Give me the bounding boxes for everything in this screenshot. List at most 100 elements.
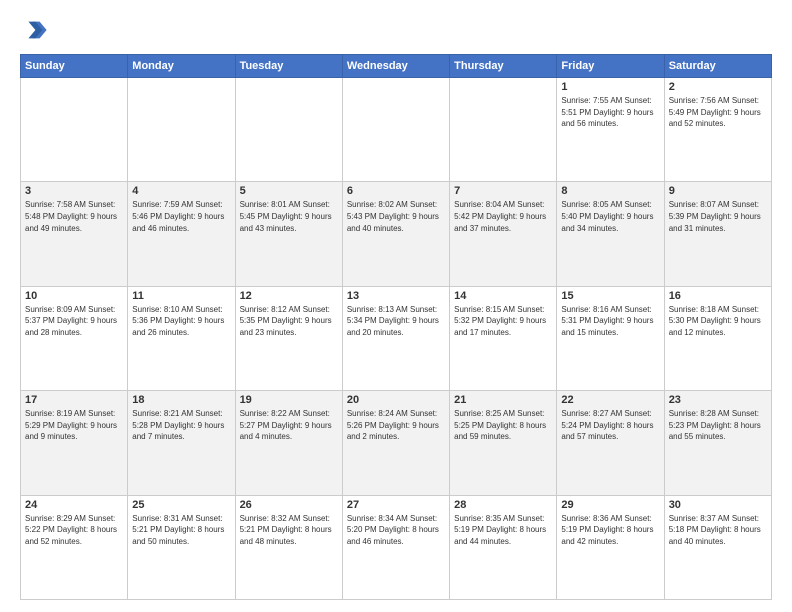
day-number: 29: [561, 499, 659, 511]
page: SundayMondayTuesdayWednesdayThursdayFrid…: [0, 0, 792, 612]
day-number: 25: [132, 499, 230, 511]
weekday-header-saturday: Saturday: [664, 55, 771, 78]
day-number: 1: [561, 81, 659, 93]
day-info: Sunrise: 8:12 AM Sunset: 5:35 PM Dayligh…: [240, 304, 338, 339]
day-info: Sunrise: 8:32 AM Sunset: 5:21 PM Dayligh…: [240, 513, 338, 548]
day-info: Sunrise: 8:29 AM Sunset: 5:22 PM Dayligh…: [25, 513, 123, 548]
day-info: Sunrise: 8:02 AM Sunset: 5:43 PM Dayligh…: [347, 199, 445, 234]
calendar-cell: 15 Sunrise: 8:16 AM Sunset: 5:31 PM Dayli…: [557, 286, 664, 390]
day-number: 22: [561, 394, 659, 406]
calendar-cell: 24 Sunrise: 8:29 AM Sunset: 5:22 PM Dayli…: [21, 495, 128, 599]
day-number: 11: [132, 290, 230, 302]
weekday-header-tuesday: Tuesday: [235, 55, 342, 78]
day-info: Sunrise: 8:09 AM Sunset: 5:37 PM Dayligh…: [25, 304, 123, 339]
logo: [20, 16, 52, 44]
calendar-week-0: 1 Sunrise: 7:55 AM Sunset: 5:51 PM Daylig…: [21, 78, 772, 182]
day-info: Sunrise: 8:37 AM Sunset: 5:18 PM Dayligh…: [669, 513, 767, 548]
calendar-cell: 6 Sunrise: 8:02 AM Sunset: 5:43 PM Daylig…: [342, 182, 449, 286]
day-number: 27: [347, 499, 445, 511]
day-number: 13: [347, 290, 445, 302]
day-number: 6: [347, 185, 445, 197]
day-number: 10: [25, 290, 123, 302]
weekday-header-sunday: Sunday: [21, 55, 128, 78]
calendar-cell: 7 Sunrise: 8:04 AM Sunset: 5:42 PM Daylig…: [450, 182, 557, 286]
calendar-cell: [342, 78, 449, 182]
calendar-cell: 1 Sunrise: 7:55 AM Sunset: 5:51 PM Daylig…: [557, 78, 664, 182]
weekday-header-friday: Friday: [557, 55, 664, 78]
calendar-week-2: 10 Sunrise: 8:09 AM Sunset: 5:37 PM Dayli…: [21, 286, 772, 390]
calendar-cell: 18Sunrise: 8:21 AM Sunset: 5:28 PM Dayli…: [128, 391, 235, 495]
day-number: 9: [669, 185, 767, 197]
day-info: Sunrise: 7:59 AM Sunset: 5:46 PM Dayligh…: [132, 199, 230, 234]
day-number: 8: [561, 185, 659, 197]
calendar-cell: 29 Sunrise: 8:36 AM Sunset: 5:19 PM Dayli…: [557, 495, 664, 599]
day-number: 7: [454, 185, 552, 197]
day-info: Sunrise: 8:25 AM Sunset: 5:25 PM Dayligh…: [454, 408, 552, 443]
day-info: Sunrise: 8:35 AM Sunset: 5:19 PM Dayligh…: [454, 513, 552, 548]
day-info: Sunrise: 7:58 AM Sunset: 5:48 PM Dayligh…: [25, 199, 123, 234]
day-number: 17: [25, 394, 123, 406]
calendar-cell: 12 Sunrise: 8:12 AM Sunset: 5:35 PM Dayli…: [235, 286, 342, 390]
day-info: Sunrise: 7:55 AM Sunset: 5:51 PM Dayligh…: [561, 95, 659, 130]
calendar-cell: 3Sunrise: 7:58 AM Sunset: 5:48 PM Daylig…: [21, 182, 128, 286]
day-number: 12: [240, 290, 338, 302]
day-info: Sunrise: 8:27 AM Sunset: 5:24 PM Dayligh…: [561, 408, 659, 443]
day-info: Sunrise: 8:18 AM Sunset: 5:30 PM Dayligh…: [669, 304, 767, 339]
day-info: Sunrise: 8:05 AM Sunset: 5:40 PM Dayligh…: [561, 199, 659, 234]
calendar-cell: 20 Sunrise: 8:24 AM Sunset: 5:26 PM Dayli…: [342, 391, 449, 495]
day-info: Sunrise: 8:34 AM Sunset: 5:20 PM Dayligh…: [347, 513, 445, 548]
day-number: 24: [25, 499, 123, 511]
weekday-header-monday: Monday: [128, 55, 235, 78]
calendar-cell: 14Sunrise: 8:15 AM Sunset: 5:32 PM Dayli…: [450, 286, 557, 390]
calendar-cell: 25 Sunrise: 8:31 AM Sunset: 5:21 PM Dayli…: [128, 495, 235, 599]
calendar-cell: 21Sunrise: 8:25 AM Sunset: 5:25 PM Dayli…: [450, 391, 557, 495]
day-info: Sunrise: 8:16 AM Sunset: 5:31 PM Dayligh…: [561, 304, 659, 339]
day-number: 28: [454, 499, 552, 511]
day-info: Sunrise: 8:31 AM Sunset: 5:21 PM Dayligh…: [132, 513, 230, 548]
calendar-cell: 23Sunrise: 8:28 AM Sunset: 5:23 PM Dayli…: [664, 391, 771, 495]
calendar-cell: 28 Sunrise: 8:35 AM Sunset: 5:19 PM Dayli…: [450, 495, 557, 599]
day-info: Sunrise: 8:01 AM Sunset: 5:45 PM Dayligh…: [240, 199, 338, 234]
calendar-cell: 16 Sunrise: 8:18 AM Sunset: 5:30 PM Dayli…: [664, 286, 771, 390]
day-info: Sunrise: 8:04 AM Sunset: 5:42 PM Dayligh…: [454, 199, 552, 234]
calendar-cell: 2 Sunrise: 7:56 AM Sunset: 5:49 PM Daylig…: [664, 78, 771, 182]
day-info: Sunrise: 7:56 AM Sunset: 5:49 PM Dayligh…: [669, 95, 767, 130]
day-number: 26: [240, 499, 338, 511]
day-number: 19: [240, 394, 338, 406]
day-number: 15: [561, 290, 659, 302]
calendar-cell: [450, 78, 557, 182]
calendar-cell: 5 Sunrise: 8:01 AM Sunset: 5:45 PM Daylig…: [235, 182, 342, 286]
day-info: Sunrise: 8:13 AM Sunset: 5:34 PM Dayligh…: [347, 304, 445, 339]
weekday-header-thursday: Thursday: [450, 55, 557, 78]
calendar-cell: 17 Sunrise: 8:19 AM Sunset: 5:29 PM Dayli…: [21, 391, 128, 495]
day-info: Sunrise: 8:15 AM Sunset: 5:32 PM Dayligh…: [454, 304, 552, 339]
calendar-week-1: 3Sunrise: 7:58 AM Sunset: 5:48 PM Daylig…: [21, 182, 772, 286]
calendar-cell: [235, 78, 342, 182]
calendar-cell: 11 Sunrise: 8:10 AM Sunset: 5:36 PM Dayli…: [128, 286, 235, 390]
calendar-cell: 22 Sunrise: 8:27 AM Sunset: 5:24 PM Dayli…: [557, 391, 664, 495]
calendar-body: 1 Sunrise: 7:55 AM Sunset: 5:51 PM Daylig…: [21, 78, 772, 600]
day-number: 5: [240, 185, 338, 197]
calendar-cell: 19 Sunrise: 8:22 AM Sunset: 5:27 PM Dayli…: [235, 391, 342, 495]
day-info: Sunrise: 8:19 AM Sunset: 5:29 PM Dayligh…: [25, 408, 123, 443]
day-info: Sunrise: 8:10 AM Sunset: 5:36 PM Dayligh…: [132, 304, 230, 339]
calendar-week-4: 24 Sunrise: 8:29 AM Sunset: 5:22 PM Dayli…: [21, 495, 772, 599]
calendar-header: SundayMondayTuesdayWednesdayThursdayFrid…: [21, 55, 772, 78]
calendar-cell: 30Sunrise: 8:37 AM Sunset: 5:18 PM Dayli…: [664, 495, 771, 599]
day-info: Sunrise: 8:22 AM Sunset: 5:27 PM Dayligh…: [240, 408, 338, 443]
calendar-cell: 10 Sunrise: 8:09 AM Sunset: 5:37 PM Dayli…: [21, 286, 128, 390]
day-info: Sunrise: 8:07 AM Sunset: 5:39 PM Dayligh…: [669, 199, 767, 234]
day-number: 16: [669, 290, 767, 302]
calendar-table: SundayMondayTuesdayWednesdayThursdayFrid…: [20, 54, 772, 600]
day-number: 2: [669, 81, 767, 93]
calendar-week-3: 17 Sunrise: 8:19 AM Sunset: 5:29 PM Dayli…: [21, 391, 772, 495]
day-number: 20: [347, 394, 445, 406]
day-info: Sunrise: 8:24 AM Sunset: 5:26 PM Dayligh…: [347, 408, 445, 443]
calendar-cell: [128, 78, 235, 182]
day-info: Sunrise: 8:36 AM Sunset: 5:19 PM Dayligh…: [561, 513, 659, 548]
day-info: Sunrise: 8:21 AM Sunset: 5:28 PM Dayligh…: [132, 408, 230, 443]
calendar-cell: 27 Sunrise: 8:34 AM Sunset: 5:20 PM Dayli…: [342, 495, 449, 599]
calendar-cell: 8 Sunrise: 8:05 AM Sunset: 5:40 PM Daylig…: [557, 182, 664, 286]
calendar-cell: 4Sunrise: 7:59 AM Sunset: 5:46 PM Daylig…: [128, 182, 235, 286]
day-number: 23: [669, 394, 767, 406]
